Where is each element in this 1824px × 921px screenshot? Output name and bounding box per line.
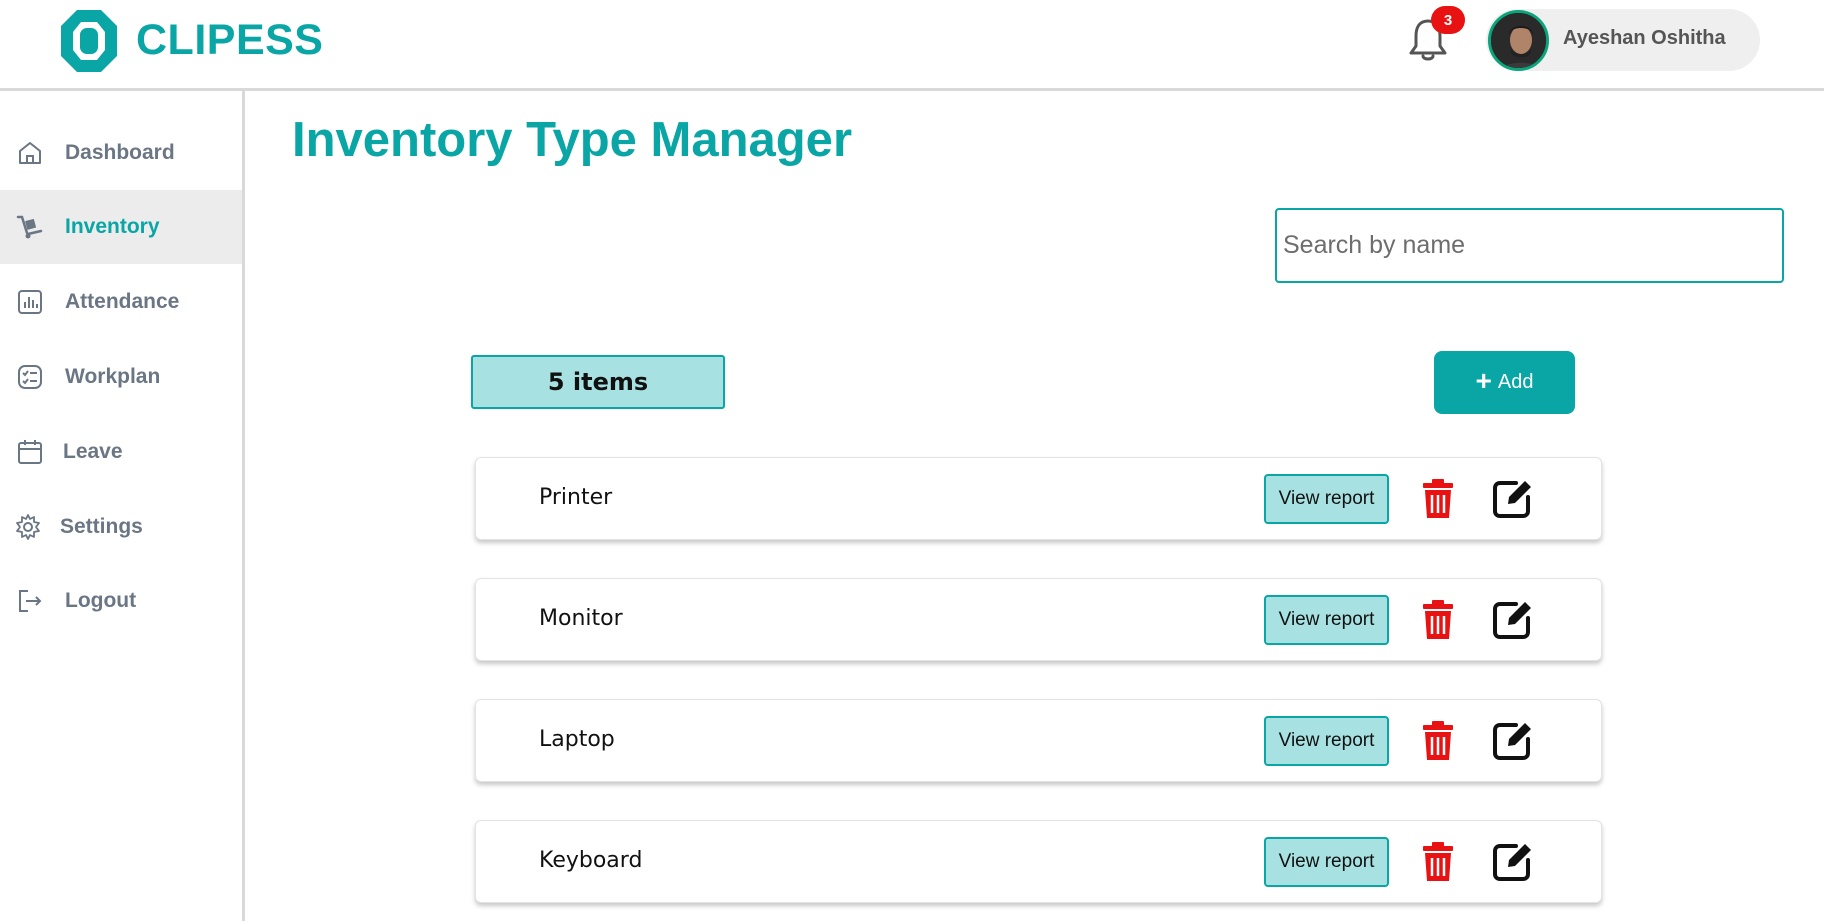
sidebar-item-label: Dashboard [65,141,175,164]
brand-logo-icon [61,10,117,72]
list-item: Keyboard View report [475,820,1602,903]
sidebar-item-attendance[interactable]: Attendance [0,265,242,339]
trash-icon[interactable] [1421,478,1455,520]
view-report-button[interactable]: View report [1264,595,1389,645]
edit-icon[interactable] [1492,840,1534,882]
edit-icon[interactable] [1492,477,1534,519]
item-name: Laptop [539,727,615,752]
avatar[interactable] [1488,10,1549,71]
user-name: Ayeshan Oshitha [1563,27,1726,49]
add-button-label: Add [1497,371,1534,393]
list-item: Laptop View report [475,699,1602,782]
sidebar-item-workplan[interactable]: Workplan [0,340,242,414]
search-input[interactable] [1275,208,1784,283]
view-report-button[interactable]: View report [1264,474,1389,524]
sidebar: Dashboard Inventory Attendance Workplan [0,91,245,921]
checklist-icon [18,365,42,389]
brand-name: CLIPESS [136,16,324,64]
item-name: Printer [539,485,613,510]
item-name: Monitor [539,606,623,631]
sidebar-item-label: Settings [60,515,143,538]
sidebar-item-dashboard[interactable]: Dashboard [0,116,242,190]
list-item: Printer View report [475,457,1602,540]
notification-count-badge: 3 [1431,6,1465,34]
sidebar-item-settings[interactable]: Settings [0,490,242,564]
bar-chart-icon [18,290,42,314]
page-title: Inventory Type Manager [292,113,853,167]
logout-icon [19,590,42,612]
gear-icon [16,514,40,540]
sidebar-item-label: Workplan [65,365,161,388]
calendar-icon [18,440,42,464]
view-report-button[interactable]: View report [1264,716,1389,766]
sidebar-item-inventory[interactable]: Inventory [0,190,242,264]
dolly-icon [16,215,43,239]
sidebar-item-label: Leave [63,440,123,463]
plus-icon: + [1475,365,1492,396]
sidebar-item-label: Logout [65,589,137,612]
sidebar-item-leave[interactable]: Leave [0,415,242,489]
item-name: Keyboard [539,848,643,873]
view-report-button[interactable]: View report [1264,837,1389,887]
sidebar-item-label: Attendance [65,290,180,313]
trash-icon[interactable] [1421,599,1455,641]
sidebar-item-label: Inventory [65,215,160,238]
edit-icon[interactable] [1492,719,1534,761]
item-count-label: 5 items [471,355,725,409]
list-item: Monitor View report [475,578,1602,661]
home-icon [19,142,41,164]
top-header: CLIPESS 3 Ayeshan Oshitha [0,0,1824,91]
edit-icon[interactable] [1492,598,1534,640]
sidebar-item-logout[interactable]: Logout [0,564,242,638]
trash-icon[interactable] [1421,720,1455,762]
add-button[interactable]: + Add [1434,351,1575,414]
trash-icon[interactable] [1421,841,1455,883]
